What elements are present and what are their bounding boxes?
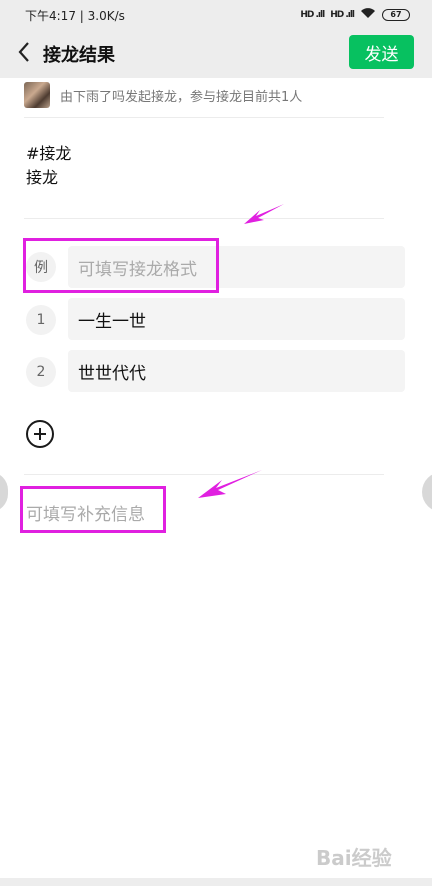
status-icons: HD .ıll HD .ıll 67	[300, 7, 410, 22]
status-time: 下午4:17 | 3.0K/s	[25, 9, 125, 23]
wifi-icon	[360, 7, 376, 22]
battery-icon: 67	[382, 8, 410, 21]
arrow-annotation-2	[198, 470, 262, 498]
add-entry-button[interactable]	[26, 420, 54, 448]
highlight-box-extra-info	[20, 486, 166, 533]
creator-row: 由下雨了吗发起接龙，参与接龙目前共1人	[24, 82, 302, 108]
divider	[24, 117, 384, 118]
bottom-strip	[0, 878, 432, 886]
signal-icon-2: HD .ıll	[330, 9, 355, 20]
entry-input-2[interactable]: 世世代代	[68, 350, 405, 392]
status-bar: 下午4:17 | 3.0K/s HD .ıll HD .ıll 67	[0, 0, 432, 28]
entry-value-1: 一生一世	[78, 311, 146, 332]
entry-input-1[interactable]: 一生一世	[68, 298, 405, 340]
plus-circle-icon	[34, 428, 46, 440]
topic-line-2: 接龙	[26, 168, 59, 187]
divider	[24, 218, 384, 219]
arrow-annotation-1	[244, 204, 284, 224]
topic-text[interactable]: #接龙 接龙	[26, 142, 71, 190]
row-number-1: 1	[26, 305, 56, 335]
chevron-left-icon	[18, 42, 29, 62]
creator-info: 由下雨了吗发起接龙，参与接龙目前共1人	[60, 89, 303, 105]
row-number-2: 2	[26, 357, 56, 387]
avatar	[24, 82, 50, 108]
entry-value-2: 世世代代	[78, 363, 146, 384]
page-title: 接龙结果	[43, 45, 115, 66]
back-button[interactable]	[12, 38, 36, 66]
nav-bar: 接龙结果 发送	[0, 28, 432, 78]
watermark: Bai经验	[316, 846, 392, 870]
send-button[interactable]: 发送	[349, 35, 414, 69]
highlight-box-format	[23, 238, 219, 293]
signal-icon: HD .ıll	[300, 9, 325, 20]
topic-line-1: #接龙	[26, 144, 72, 163]
